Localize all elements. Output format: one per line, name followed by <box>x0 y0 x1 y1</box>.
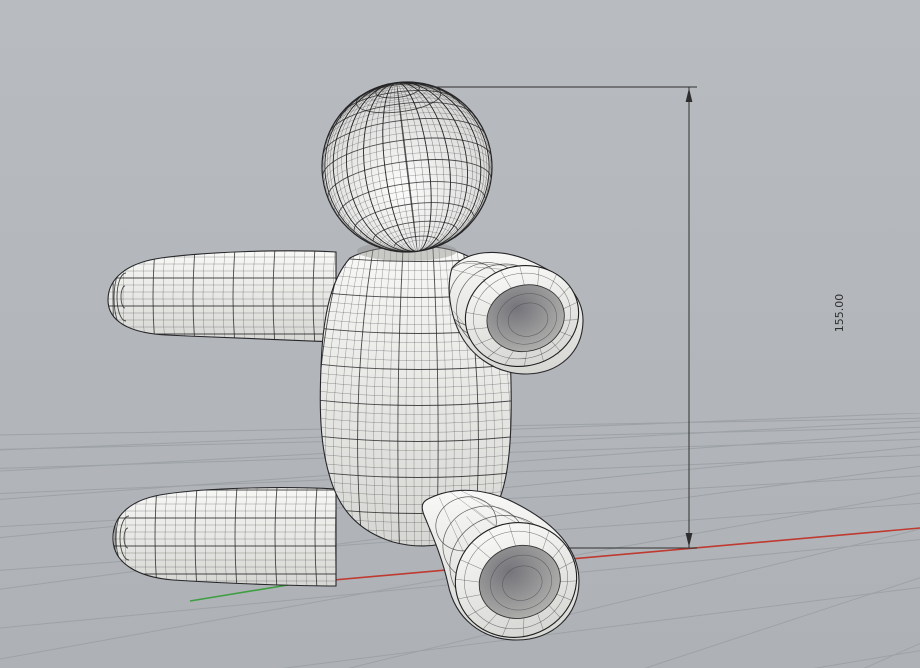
dimension-label[interactable]: 155.00 <box>833 294 846 333</box>
scene-canvas[interactable]: 155.00 <box>0 0 920 668</box>
viewport[interactable]: 155.00 <box>0 0 920 668</box>
left-arm-surface <box>107 250 337 343</box>
left-leg-surface <box>112 487 337 587</box>
